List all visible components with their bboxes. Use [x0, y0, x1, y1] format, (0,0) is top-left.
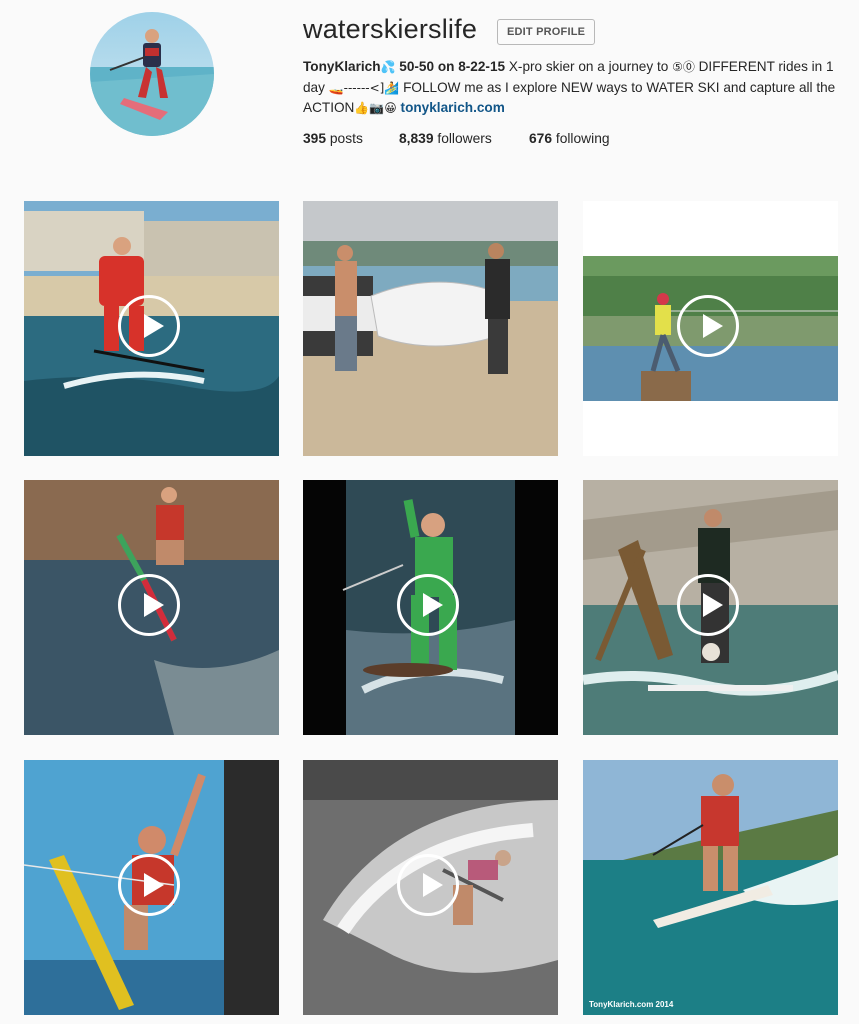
- followers-number: 8,839: [399, 131, 434, 146]
- play-icon: [118, 854, 180, 916]
- post-tile-6[interactable]: [583, 480, 838, 735]
- post-watermark: TonyKlarich.com 2014: [589, 1000, 674, 1009]
- avatar-image: [90, 12, 214, 136]
- username: waterskierslife: [303, 14, 478, 44]
- bio-boat-skier-emoji: 🚤------<]🏄: [328, 80, 400, 95]
- posts-count: 395 posts: [303, 131, 363, 146]
- post-photo: [583, 760, 838, 1015]
- post-tile-4[interactable]: [24, 480, 279, 735]
- bio-highlight: 50-50 on 8-22-15: [399, 59, 506, 74]
- followers-label: followers: [433, 131, 492, 146]
- following-number: 676: [529, 131, 553, 146]
- profile-header: waterskierslife EDIT PROFILE TonyKlarich…: [0, 0, 859, 200]
- post-tile-8[interactable]: [303, 760, 558, 1015]
- bio-droplets-emoji: 💦: [380, 60, 396, 74]
- bio-emoji-end: 👍📷😀: [354, 101, 397, 115]
- edit-profile-button[interactable]: EDIT PROFILE: [497, 19, 596, 45]
- bio-name: TonyKlarich: [303, 59, 381, 74]
- following-link[interactable]: 676 following: [529, 131, 610, 146]
- play-icon: [118, 295, 180, 357]
- posts-number: 395: [303, 131, 327, 146]
- bio-website-link[interactable]: tonyklarich.com: [401, 100, 505, 115]
- profile-avatar[interactable]: [90, 12, 214, 136]
- following-label: following: [552, 131, 610, 146]
- bio: TonyKlarich💦 50-50 on 8-22-15 X-pro skie…: [303, 57, 843, 119]
- play-icon: [397, 574, 459, 636]
- posts-label: posts: [326, 131, 363, 146]
- posts-grid: TonyKlarich.com 2014: [24, 201, 838, 1024]
- play-icon: [397, 854, 459, 916]
- post-photo: [303, 201, 558, 456]
- post-tile-5[interactable]: [303, 480, 558, 735]
- bio-circled-number: ⑤⓪: [672, 60, 695, 74]
- play-icon: [118, 574, 180, 636]
- post-tile-1[interactable]: [24, 201, 279, 456]
- play-icon: [677, 295, 739, 357]
- post-tile-2[interactable]: [303, 201, 558, 456]
- post-tile-7[interactable]: [24, 760, 279, 1015]
- play-icon: [677, 574, 739, 636]
- bio-text-1: X-pro skier on a journey to: [505, 59, 673, 74]
- followers-link[interactable]: 8,839 followers: [399, 131, 492, 146]
- post-tile-3[interactable]: [583, 201, 838, 456]
- post-tile-9[interactable]: TonyKlarich.com 2014: [583, 760, 838, 1015]
